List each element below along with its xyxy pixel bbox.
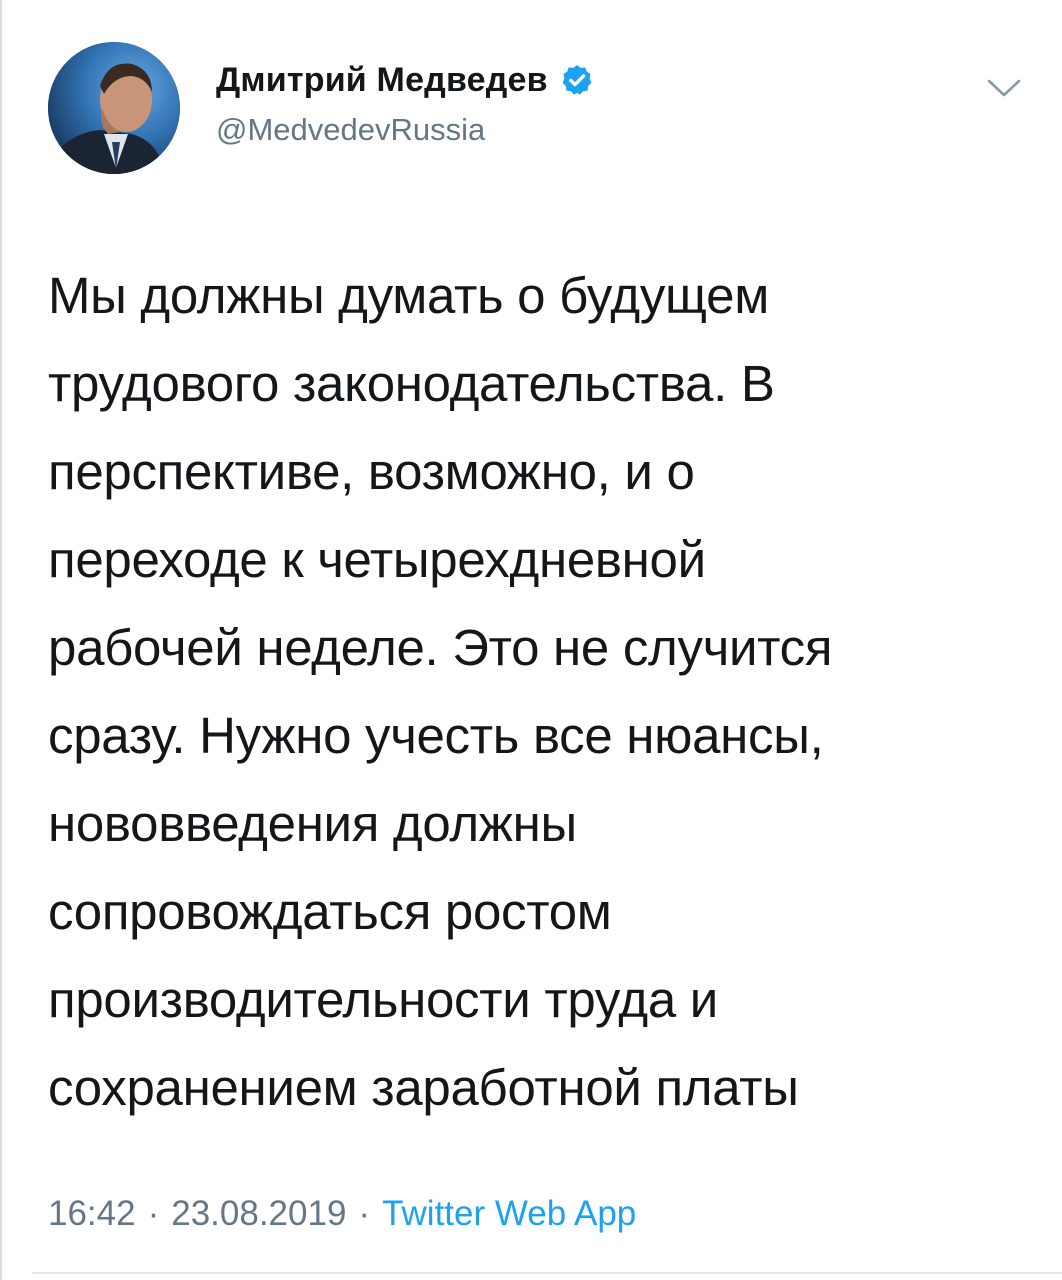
verified-badge-icon — [558, 61, 596, 99]
tweet-source-link[interactable]: Twitter Web App — [382, 1194, 636, 1234]
tweet-text-line: сразу. Нужно учесть все нюансы, — [48, 707, 824, 764]
tweet-text-line: производительности труда и — [48, 971, 718, 1028]
tweet-text-line: нововведения должны — [48, 795, 577, 852]
display-name[interactable]: Дмитрий Медведев — [216, 61, 548, 100]
tweet-text-line: переходе к четырехдневной — [48, 531, 706, 588]
user-handle[interactable]: @MedvedevRussia — [216, 112, 485, 148]
tweet-text-line: рабочей неделе. Это не случится — [48, 619, 833, 676]
tweet-card: Дмитрий Медведев @MedvedevRussia Мы долж… — [0, 0, 1062, 1280]
tweet-meta: 16:42 · 23.08.2019 · Twitter Web App — [48, 1188, 636, 1240]
meta-separator: · — [147, 1194, 160, 1233]
chevron-down-icon[interactable] — [986, 76, 1022, 100]
meta-separator: · — [358, 1194, 371, 1233]
tweet-text-line: перспективе, возможно, и о — [48, 443, 695, 500]
tweet-text-line: сохранением заработной платы — [48, 1059, 799, 1116]
tweet-text-line: трудового законодательства. В — [48, 355, 775, 412]
tweet-date[interactable]: 23.08.2019 — [171, 1194, 346, 1234]
tweet-text: Мы должны думать о будущем трудового зак… — [48, 252, 1018, 1132]
avatar[interactable] — [48, 42, 180, 174]
tweet-text-line: Мы должны думать о будущем — [48, 267, 769, 324]
name-row: Дмитрий Медведев — [216, 58, 596, 102]
tweet-text-line: сопровождаться ростом — [48, 883, 612, 940]
avatar-photo-icon — [48, 42, 180, 174]
left-border — [0, 0, 2, 1280]
tweet-time[interactable]: 16:42 — [48, 1194, 136, 1234]
divider — [32, 1272, 1062, 1274]
